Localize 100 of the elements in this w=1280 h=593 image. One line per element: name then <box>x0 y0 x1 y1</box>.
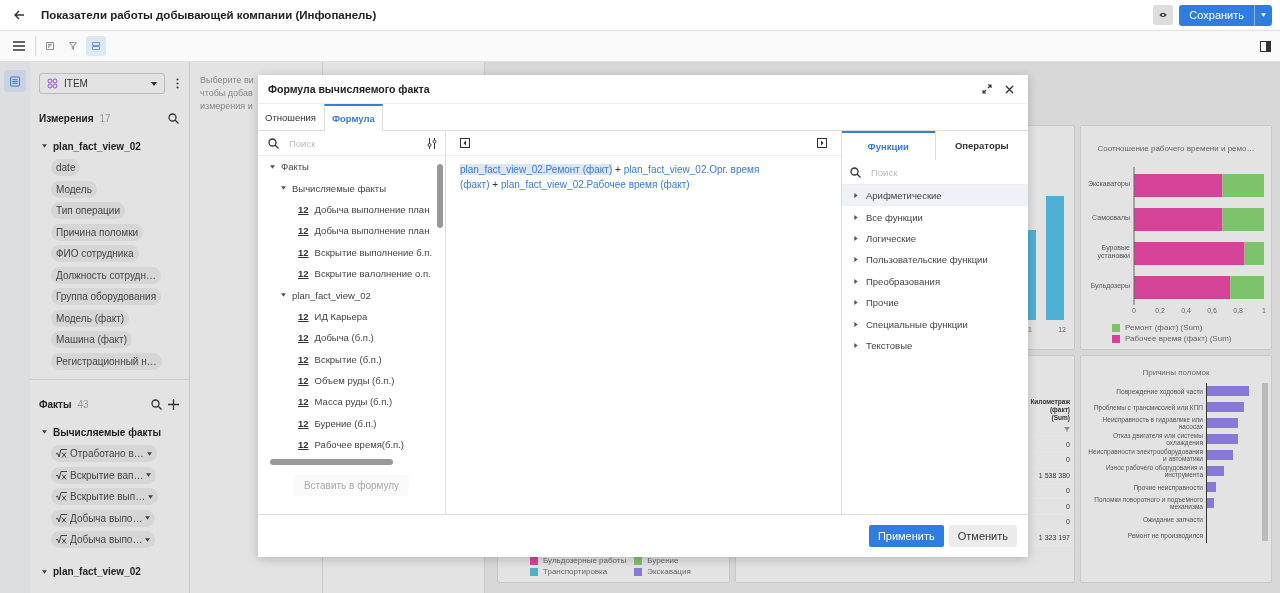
section-title: Факты <box>39 398 72 410</box>
tree-item[interactable]: 12 Рабочее время(б.п.) <box>292 439 405 451</box>
dialog-title: Формула вычисляемого факта <box>268 83 430 95</box>
tree-node[interactable]: Факты <box>270 161 309 173</box>
plus-icon[interactable] <box>168 398 179 410</box>
measure-chip[interactable]: Вскрытие вап… <box>51 466 157 484</box>
tree-item[interactable]: 12 ИД Карьера <box>292 310 368 322</box>
function-group[interactable]: Логические <box>842 227 1028 250</box>
field-chip[interactable]: Регистрационный н… <box>51 352 162 370</box>
caret-icon <box>145 516 151 521</box>
dataset-select[interactable]: ITEM <box>39 73 165 94</box>
function-tab[interactable]: Операторы <box>934 131 1028 160</box>
tree-item[interactable]: 12 Добыча выполнение план <box>292 225 430 237</box>
legend-label: Ремонт (факт) (Sum) <box>1125 323 1203 332</box>
formula-text[interactable]: plan_fact_view_02.Ремонт (факт) + plan_fact_view_02.Орг. время (факт) + plan_fact_view_02.Рабочее время (факт) <box>460 162 790 192</box>
legend-label: Рабочее время (факт) (Sum) <box>1125 334 1232 343</box>
measure-chip[interactable]: Добыча выпо… <box>51 509 156 527</box>
tree-item[interactable]: 12 Вскрытие (б.п.) <box>292 353 382 365</box>
bar <box>1207 418 1239 428</box>
field-chip[interactable]: Машина (факт) <box>51 331 132 349</box>
list-icon <box>9 75 20 87</box>
close-icon[interactable] <box>1005 84 1014 94</box>
search-icon[interactable] <box>168 112 179 124</box>
caret-icon <box>42 430 47 434</box>
field-chip[interactable]: Причина поломки <box>51 223 144 241</box>
field-chip[interactable]: Тип операции <box>51 202 125 220</box>
sliders-icon[interactable] <box>427 137 437 149</box>
hint-text: Выберите ви <box>200 74 254 87</box>
function-group[interactable]: Преобразования <box>842 270 1028 292</box>
tree-item[interactable]: 12 Объем руды (б.п.) <box>292 375 395 387</box>
apply-button[interactable]: Применить <box>868 525 944 547</box>
measure-chip[interactable]: Добыча выпо… <box>51 531 156 549</box>
field-chip[interactable]: Группа оборудования <box>51 288 162 306</box>
caret-icon <box>148 494 154 499</box>
search-field[interactable]: Поиск <box>287 136 419 150</box>
preview-button[interactable] <box>1153 5 1174 25</box>
fields-panel-button[interactable] <box>3 70 26 92</box>
field-chip[interactable]: Должность сотрудн… <box>51 266 161 284</box>
tree-item[interactable]: 12 Масса руды (б.п.) <box>292 396 393 408</box>
expand-arrow-icon <box>854 300 858 306</box>
back-arrow-icon[interactable] <box>13 9 25 21</box>
tree-item[interactable]: 12 Добыча выполнение план <box>292 203 430 215</box>
search-icon <box>268 137 279 149</box>
legend-label: Бульдозерные работы <box>543 556 627 565</box>
tree-item[interactable]: 12 Вскрытие валолнение о.п. <box>292 268 431 280</box>
tree-node[interactable]: plan_fact_view_02 <box>281 289 371 301</box>
tree-item[interactable]: 12 Бурение (б.п.) <box>292 417 377 429</box>
field-chip[interactable]: ФИО сотрудника <box>51 245 139 263</box>
tree-node[interactable]: Вычисляемые факты <box>42 425 179 439</box>
tree-node[interactable]: plan_fact_view_02 <box>42 139 179 153</box>
function-group[interactable]: Арифметические <box>842 185 1028 207</box>
function-group[interactable]: Прочие <box>842 291 1028 314</box>
tree-node[interactable]: Вычисляемые факты <box>281 182 386 194</box>
search-icon[interactable] <box>151 398 162 410</box>
expand-icon[interactable] <box>982 84 992 94</box>
filter-icon <box>69 40 77 52</box>
function-group[interactable]: Пользовательские функции <box>842 249 1028 271</box>
search-icon <box>850 166 861 178</box>
tree-node[interactable]: plan_fact_view_02 <box>42 564 179 579</box>
expand-arrow-icon <box>854 257 858 263</box>
bar <box>1207 466 1224 476</box>
tree-item[interactable]: 12 Добыча (б.п.) <box>292 332 374 344</box>
field-chip[interactable]: Модель <box>51 180 97 198</box>
hint-text: измерения и <box>200 100 253 113</box>
field-chip[interactable]: date <box>51 159 81 177</box>
filter-icon[interactable] <box>1064 427 1070 432</box>
save-button[interactable]: Сохранить <box>1179 4 1254 26</box>
legend-swatch <box>1112 334 1120 343</box>
function-group[interactable]: Текстовые <box>842 334 1028 357</box>
dialog-tab[interactable]: Формула <box>323 104 383 131</box>
menu-icon[interactable] <box>13 41 25 51</box>
legend-label: Транспортировка <box>543 567 608 576</box>
search-field[interactable]: Поиск <box>869 165 1020 179</box>
cancel-button[interactable]: Отменить <box>948 525 1017 547</box>
function-group[interactable]: Все функции <box>842 206 1028 228</box>
layout-tool[interactable] <box>86 36 106 56</box>
measure-chip[interactable]: Вскрытие вып… <box>51 488 159 506</box>
legend-label: Бурение <box>647 556 679 565</box>
square-root-icon <box>56 492 67 502</box>
function-group[interactable]: Специальные функции <box>842 313 1028 335</box>
rows-icon <box>92 40 100 52</box>
collapse-left-icon[interactable] <box>460 138 470 148</box>
measure-chip[interactable]: Отработано в… <box>51 445 157 463</box>
side-panel-icon[interactable] <box>1260 40 1271 52</box>
caret-icon <box>145 537 151 542</box>
field-chip[interactable]: Модель (факт) <box>51 309 130 327</box>
tree-item[interactable]: 12 Вскрытие выполнение б.п. <box>292 246 433 258</box>
item-count: 17 <box>99 112 111 124</box>
chart-title: Соотношение рабочего времени и ремо… <box>1096 144 1256 153</box>
more-icon[interactable] <box>176 78 179 89</box>
square-root-icon <box>56 513 67 523</box>
expand-arrow-icon <box>854 321 858 327</box>
caret-icon <box>281 293 286 298</box>
collapse-right-icon[interactable] <box>817 138 827 148</box>
item-count: 43 <box>77 398 89 410</box>
caret-icon <box>270 164 275 169</box>
eye-icon <box>1159 10 1168 20</box>
scrollbar[interactable] <box>1262 383 1268 541</box>
save-options-button[interactable] <box>1254 4 1272 26</box>
function-tab[interactable]: Функции <box>842 131 935 160</box>
